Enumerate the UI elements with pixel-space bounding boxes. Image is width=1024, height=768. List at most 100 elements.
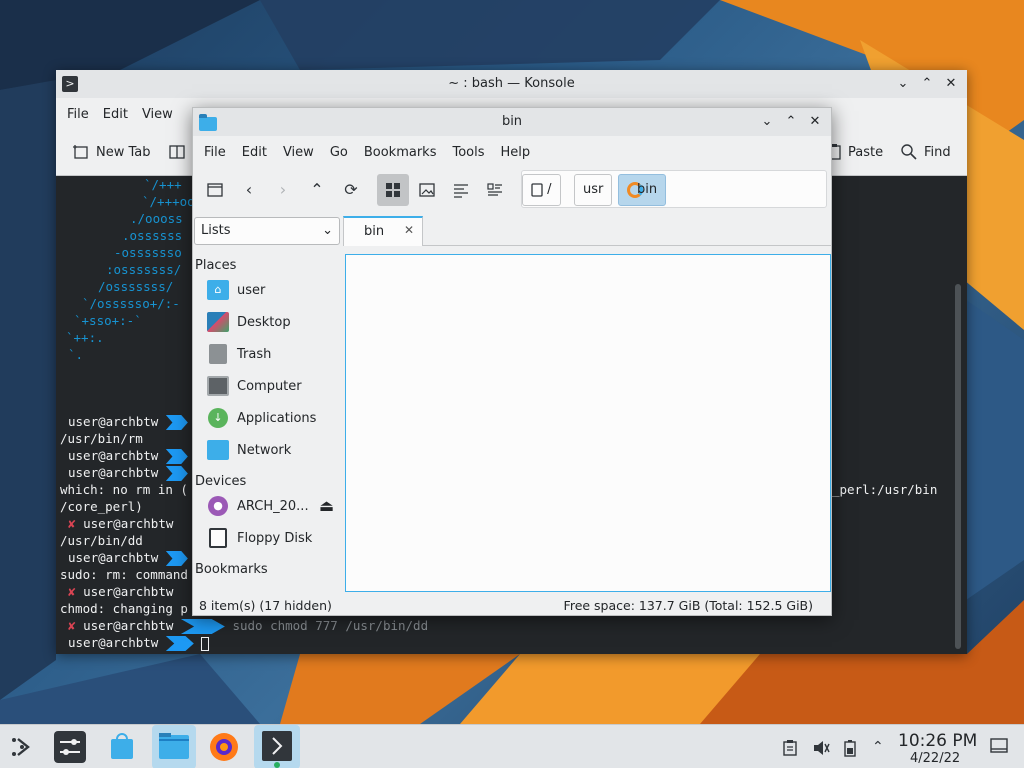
- close-icon[interactable]: ✕: [805, 112, 825, 132]
- logo-line: :osssssss/: [106, 262, 182, 277]
- place-label: Trash: [237, 346, 272, 362]
- back-icon[interactable]: ‹: [233, 174, 265, 206]
- tray-expand-icon[interactable]: ⌃: [872, 739, 884, 755]
- tab-bin[interactable]: bin ✕: [343, 216, 423, 246]
- dolphin-titlebar[interactable]: bin ⌄ ⌃ ✕: [193, 108, 831, 136]
- konsole-task-icon[interactable]: [254, 725, 300, 768]
- menu-view[interactable]: View: [275, 145, 322, 160]
- device-floppy[interactable]: Floppy Disk: [207, 526, 337, 550]
- discover-store-icon[interactable]: [106, 731, 138, 763]
- dolphin-task-icon[interactable]: [152, 725, 196, 768]
- new-tab-button[interactable]: New Tab: [72, 143, 151, 161]
- terminal-cursor: [201, 636, 210, 651]
- clock-time[interactable]: 10:26 PM: [898, 731, 977, 751]
- terminal-line: _perl:/usr/bin: [832, 482, 938, 497]
- place-network[interactable]: Network: [207, 438, 337, 462]
- floppy-disk-icon: [209, 528, 227, 548]
- terminal-line: sudo: rm: command: [60, 567, 188, 582]
- konsole-menu-view[interactable]: View: [135, 107, 180, 122]
- minimize-icon[interactable]: ⌄: [757, 112, 777, 132]
- free-space[interactable]: Free space: 137.7 GiB (Total: 152.5 GiB): [564, 598, 813, 613]
- place-trash[interactable]: Trash: [207, 342, 337, 366]
- menu-file[interactable]: File: [196, 145, 234, 160]
- details-view-icon[interactable]: [445, 174, 477, 206]
- breadcrumb-root[interactable]: /: [522, 174, 561, 206]
- place-applications[interactable]: ↓ Applications: [207, 406, 337, 430]
- place-desktop[interactable]: Desktop: [207, 310, 337, 334]
- maximize-icon[interactable]: ⌃: [917, 74, 937, 94]
- show-desktop-icon[interactable]: [990, 737, 1008, 759]
- network-folder-icon: [207, 440, 229, 460]
- device-arch-iso[interactable]: ● ARCH_20...: [207, 494, 337, 518]
- paste-label: Paste: [848, 144, 884, 160]
- place-user[interactable]: ⌂ user: [207, 278, 337, 302]
- terminal-scrollbar[interactable]: [955, 284, 961, 649]
- prompt-user: user@archbtw: [68, 550, 159, 565]
- close-icon[interactable]: ✕: [404, 223, 414, 237]
- menu-bookmarks[interactable]: Bookmarks: [356, 145, 445, 160]
- maximize-icon[interactable]: ⌃: [781, 112, 801, 132]
- preview-icon[interactable]: [411, 174, 443, 206]
- find-button[interactable]: Find: [900, 143, 951, 161]
- minimize-icon[interactable]: ⌄: [893, 74, 913, 94]
- terminal-line: /usr/bin/dd: [60, 533, 143, 548]
- konsole-titlebar[interactable]: > ~ : bash — Konsole ⌄ ⌃ ✕: [56, 70, 967, 98]
- logo-line: /osssssss/: [98, 279, 174, 294]
- close-icon[interactable]: ✕: [941, 74, 961, 94]
- split-icon[interactable]: [479, 174, 511, 206]
- volume-muted-icon[interactable]: [812, 739, 830, 761]
- battery-icon[interactable]: [844, 739, 856, 761]
- terminal-line: user@archbtw: [68, 464, 188, 481]
- paste-button[interactable]: Paste: [826, 143, 883, 161]
- up-icon[interactable]: ⌃: [301, 174, 333, 206]
- clock-date[interactable]: 4/22/22: [910, 751, 960, 766]
- logo-line: `+sso+:-`: [74, 313, 142, 328]
- bookmarks-heading: Bookmarks: [195, 562, 268, 577]
- tab-bar: bin ✕: [343, 216, 831, 246]
- prompt-arrow-icon: [165, 636, 194, 651]
- eject-icon[interactable]: ⏏: [319, 496, 334, 515]
- place-label: Desktop: [237, 314, 291, 330]
- application-launcher-icon[interactable]: [6, 731, 38, 763]
- place-label: Applications: [237, 410, 317, 426]
- breadcrumb-bin-label: bin: [637, 182, 658, 197]
- konsole-menu-file[interactable]: File: [60, 107, 96, 122]
- places-heading: Places: [195, 258, 237, 273]
- menu-help[interactable]: Help: [493, 145, 539, 160]
- prompt-user: user@archbtw: [83, 618, 174, 633]
- place-computer[interactable]: Computer: [207, 374, 337, 398]
- system-settings-icon[interactable]: [54, 731, 86, 763]
- item-count: 8 item(s) (17 hidden): [199, 598, 332, 613]
- new-window-icon[interactable]: [199, 174, 231, 206]
- breadcrumb-bin[interactable]: bin: [618, 174, 667, 206]
- forward-icon[interactable]: ›: [267, 174, 299, 206]
- breadcrumb-usr-label: usr: [583, 182, 604, 197]
- terminal-line: ✘ user@archbtw: [68, 583, 173, 600]
- konsole-menu-edit[interactable]: Edit: [96, 107, 135, 122]
- icons-view-icon[interactable]: [377, 174, 409, 206]
- breadcrumb-usr[interactable]: usr: [574, 174, 613, 206]
- panel-mode-select[interactable]: Lists ⌄: [194, 217, 340, 245]
- error-x-icon: ✘: [68, 584, 76, 599]
- terminal-line: /usr/bin/rm: [60, 431, 143, 446]
- dolphin-window: bin ⌄ ⌃ ✕ File Edit View Go Bookmarks To…: [192, 107, 832, 616]
- find-label: Find: [924, 144, 951, 160]
- split-view-button[interactable]: [168, 143, 186, 161]
- firefox-icon[interactable]: [208, 731, 240, 763]
- file-view[interactable]: [345, 254, 831, 592]
- refresh-icon[interactable]: ⟳: [335, 174, 367, 206]
- place-label: Computer: [237, 378, 302, 394]
- menu-go[interactable]: Go: [322, 145, 356, 160]
- prompt-user: user@archbtw: [68, 635, 159, 650]
- menu-edit[interactable]: Edit: [234, 145, 275, 160]
- breadcrumb: / usr bin: [521, 170, 827, 208]
- logo-line: `/+++: [144, 177, 190, 192]
- taskbar: ⌃ 10:26 PM 4/22/22: [0, 724, 1024, 768]
- prompt-user: user@archbtw: [68, 414, 159, 429]
- download-icon: ↓: [208, 408, 228, 428]
- clipboard-icon[interactable]: [782, 739, 798, 761]
- terminal-line: /core_perl): [60, 499, 143, 514]
- computer-icon: [207, 376, 229, 396]
- prompt-user: user@archbtw: [83, 516, 174, 531]
- menu-tools[interactable]: Tools: [444, 145, 492, 160]
